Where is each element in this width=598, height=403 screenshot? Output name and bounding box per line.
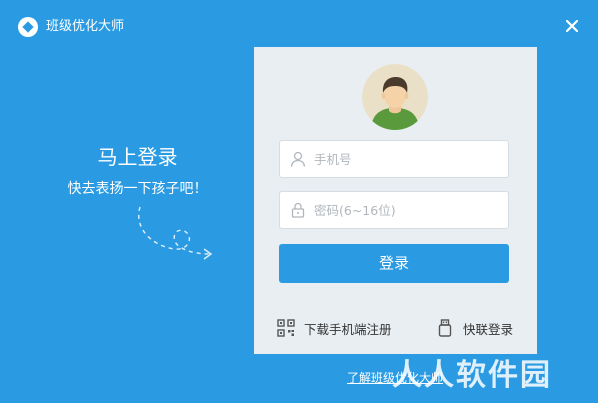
user-icon: [289, 150, 307, 168]
close-button[interactable]: [560, 14, 584, 38]
watermark: 人人软件园: [392, 358, 552, 393]
download-register-label: 下载手机端注册: [304, 321, 392, 337]
usb-key-icon: [435, 318, 455, 338]
login-panel: 登录 下载手机端注册: [254, 47, 537, 354]
promo-subtitle: 快去表扬一下孩子吧！: [67, 181, 208, 197]
qr-code-icon: [276, 318, 296, 338]
phone-input[interactable]: [314, 141, 504, 177]
app-logo-icon: [18, 17, 38, 37]
lock-icon: [289, 201, 307, 219]
login-button[interactable]: 登录: [279, 244, 509, 283]
quick-login-link[interactable]: 快联登录: [435, 317, 513, 339]
app-window: 班级优化大师 马上登录 快去表扬一下孩子吧！ 手机号 登录 下载手机端注册 快联…: [0, 0, 598, 403]
password-input[interactable]: [314, 192, 504, 228]
avatar: [362, 64, 428, 130]
quick-login-label: 快联登录: [463, 321, 514, 337]
user-avatar-icon: [362, 64, 428, 130]
title-bar: 班级优化大师: [0, 0, 598, 54]
promo-title: 马上登录: [97, 145, 178, 169]
password-field[interactable]: [279, 191, 509, 229]
close-icon: [565, 19, 579, 33]
download-register-link[interactable]: 下载手机端注册: [276, 317, 392, 339]
dashed-arrow-icon: [138, 206, 213, 260]
app-title: 班级优化大师: [46, 19, 125, 34]
phone-field[interactable]: [279, 140, 509, 178]
